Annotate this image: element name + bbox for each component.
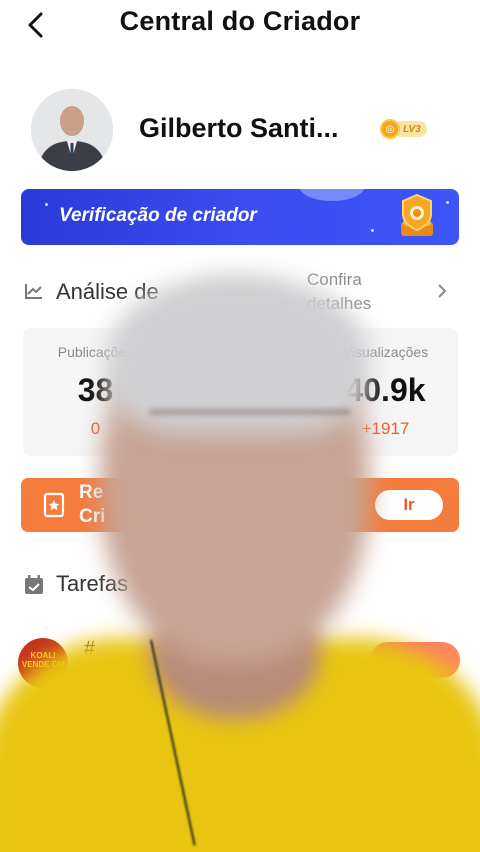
user-name: Gilberto Santi... [139,113,339,143]
stat-views[interactable]: Visualizações 40.9k +1917 [313,328,458,456]
page-title: Central do Criador [119,6,361,36]
task-item[interactable]: KOALI VENDE CM # [18,636,462,692]
avatar[interactable] [31,89,113,171]
coin-icon: ◎ [380,119,400,139]
stat-value: 38 [77,372,114,408]
analysis-row[interactable]: Análise de Confira detalhes [24,268,456,318]
task-banner-text: Re Cri [79,481,105,529]
stat-value: 40.9k [345,372,426,408]
stat-delta: 0 [90,419,101,438]
verification-label: Verificação de criador [59,205,257,226]
stat-label: Visualizações [342,344,429,360]
stat-publications[interactable]: Publicações 38 0 [23,328,168,456]
task-thumbnail: KOALI VENDE CM [18,638,68,688]
level-badge[interactable]: ◎ LV3 [380,118,427,140]
task-action-button[interactable] [370,642,460,678]
go-button[interactable]: Ir [375,490,443,520]
calendar-check-icon [25,575,43,594]
document-star-icon [43,492,65,518]
sparkle [371,229,374,232]
analysis-title: Análise de [56,279,159,304]
stat-delta: +1917 [361,419,410,438]
verified-shield-icon [401,193,433,236]
top-bar: Central do Criador [0,0,480,46]
banner-glow [299,189,365,201]
sparkle [45,203,48,206]
trend-chart-icon [25,284,42,299]
profile-photo [31,89,113,171]
creator-verification-banner[interactable]: Verificação de criador [21,189,459,245]
task-tag: # [84,638,96,660]
thumbnail-text: KOALI VENDE CM [21,651,65,669]
tasks-title: Tarefas [56,571,129,596]
creator-task-banner[interactable]: Re Cri Ir [21,478,459,532]
stats-card: Publicações 38 0 Visualizações 40.9k +19… [23,328,458,456]
task-banner-line1: Re [79,482,104,503]
task-banner-line2: Cri [79,506,106,527]
chevron-right-icon [438,284,447,298]
stat-label: Publicações [57,344,134,360]
stat-middle[interactable] [168,328,313,456]
details-link[interactable]: Confira detalhes [307,268,417,316]
sparkle [446,201,449,204]
